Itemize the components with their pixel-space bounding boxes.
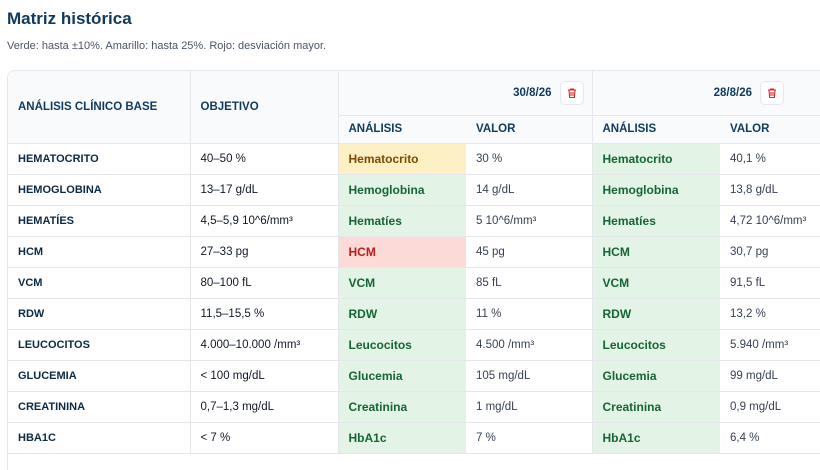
table-row: HEMATOCRITO 40–50 % Hematocrito 30 % Hematoc…: [8, 143, 820, 175]
header-value-2: VALOR: [720, 115, 820, 144]
trash-icon: [567, 88, 576, 98]
analysis-name-cell: Glucemia: [337, 360, 466, 392]
base-analysis-cell: HEMOGLOBINA: [8, 174, 190, 206]
base-analysis-cell: HBA1C: [8, 422, 190, 454]
analysis-name-cell: Creatinina: [591, 391, 720, 423]
objective-cell: 11,5–15,5 %: [189, 298, 338, 330]
analysis-name-cell: Hematocrito: [337, 143, 466, 175]
analysis-name-cell: HbA1c: [591, 422, 720, 454]
base-analysis-cell: GLUCEMIA: [8, 360, 190, 392]
header-value-1: VALOR: [466, 115, 592, 144]
page-subtitle: Verde: hasta ±10%. Amarillo: hasta 25%. …: [7, 40, 327, 52]
base-analysis-cell: HEMATOCRITO: [8, 143, 190, 175]
analysis-name-cell: Glucemia: [591, 360, 720, 392]
analysis-name-cell: HCM: [337, 236, 466, 268]
table-row: GLUCEMIA < 100 mg/dL Glucemia 105 mg/dL Gluc…: [8, 360, 820, 392]
analysis-name-cell: RDW: [591, 298, 720, 330]
base-analysis-cell: LEUCOCITOS: [8, 329, 190, 361]
date-header-2: 28/8/26: [591, 71, 820, 116]
analysis-value-cell: 40,1 %: [720, 143, 820, 175]
table-row: RDW 11,5–15,5 % RDW 11 % RDW 13,2 %: [8, 298, 820, 330]
delete-date-button-1[interactable]: [559, 80, 584, 105]
table-row: HEMATÍES 4,5–5,9 10^6/mm³ Hematíes 5 10^6/m…: [8, 205, 820, 237]
table-row: CREATININA 0,7–1,3 mg/dL Creatinina 1 mg/dL…: [8, 391, 820, 423]
analysis-name-cell: Creatinina: [337, 391, 466, 423]
analysis-value-cell: 91,5 fL: [720, 267, 820, 299]
objective-cell: 40–50 %: [189, 143, 338, 175]
date-label-2: 28/8/26: [713, 86, 752, 99]
objective-cell: < 7 %: [189, 422, 338, 454]
date-header-1: 30/8/26: [337, 71, 592, 116]
analysis-value-cell: 4.500 /mm³: [466, 329, 592, 361]
page-title: Matriz histórica: [7, 9, 132, 28]
analysis-value-cell: 13,2 %: [720, 298, 820, 330]
analysis-value-cell: 1 mg/dL: [466, 391, 592, 423]
base-analysis-cell: HCM: [8, 236, 190, 268]
analysis-name-cell: Hematíes: [591, 205, 720, 237]
analysis-value-cell: 0,9 mg/dL: [720, 391, 820, 423]
analysis-value-cell: 7 %: [466, 422, 592, 454]
trash-icon: [768, 88, 776, 98]
analysis-name-cell: Leucocitos: [337, 329, 466, 361]
objective-cell: 0,7–1,3 mg/dL: [189, 391, 338, 423]
history-matrix-table: ANÁLISIS CLÍNICO BASE OBJETIVO 30/8/26 2…: [8, 71, 820, 454]
header-analysis-1: ANÁLISIS: [337, 115, 466, 144]
analysis-value-cell: 30,7 pg: [720, 236, 820, 268]
analysis-name-cell: Hemoglobina: [337, 174, 466, 206]
objective-cell: 4,5–5,9 10^6/mm³: [189, 205, 338, 237]
header-base: ANÁLISIS CLÍNICO BASE: [8, 71, 190, 144]
table-row: LEUCOCITOS 4.000–10.000 /mm³ Leucocitos 4.5…: [8, 329, 820, 361]
analysis-value-cell: 85 fL: [466, 267, 592, 299]
analysis-value-cell: 5 10^6/mm³: [466, 205, 592, 237]
analysis-name-cell: HCM: [591, 236, 720, 268]
base-analysis-cell: RDW: [8, 298, 190, 330]
analysis-value-cell: 30 %: [466, 143, 592, 175]
table-row: HEMOGLOBINA 13–17 g/dL Hemoglobina 14 g/dL H…: [8, 174, 820, 206]
analysis-value-cell: 14 g/dL: [466, 174, 592, 206]
base-analysis-cell: VCM: [8, 267, 190, 299]
delete-date-button-2[interactable]: [760, 80, 784, 105]
analysis-value-cell: 11 %: [466, 298, 592, 330]
table-row: VCM 80–100 fL VCM 85 fL VCM 91,5 fL: [8, 267, 820, 299]
objective-cell: < 100 mg/dL: [189, 360, 338, 392]
header-analysis-2: ANÁLISIS: [591, 115, 720, 144]
analysis-name-cell: Leucocitos: [591, 329, 720, 361]
analysis-name-cell: VCM: [591, 267, 720, 299]
table-row: HCM 27–33 pg HCM 45 pg HCM 30,7 pg: [8, 236, 820, 268]
header-objective: OBJETIVO: [189, 71, 338, 144]
analysis-value-cell: 99 mg/dL: [720, 360, 820, 392]
analysis-name-cell: Hemoglobina: [591, 174, 720, 206]
base-analysis-cell: HEMATÍES: [8, 205, 190, 237]
date-label-1: 30/8/26: [513, 86, 552, 99]
analysis-name-cell: VCM: [337, 267, 466, 299]
analysis-name-cell: Hematocrito: [591, 143, 720, 175]
analysis-value-cell: 6,4 %: [720, 422, 820, 454]
base-analysis-cell: CREATININA: [8, 391, 190, 423]
objective-cell: 27–33 pg: [189, 236, 338, 268]
analysis-value-cell: 105 mg/dL: [466, 360, 592, 392]
analysis-value-cell: 4,72 10^6/mm³: [720, 205, 820, 237]
objective-cell: 4.000–10.000 /mm³: [189, 329, 338, 361]
matrix-body: HEMATOCRITO 40–50 % Hematocrito 30 % Hematoc…: [8, 143, 820, 454]
analysis-value-cell: 5.940 /mm³: [720, 329, 820, 361]
history-matrix-card: ANÁLISIS CLÍNICO BASE OBJETIVO 30/8/26 2…: [7, 70, 820, 470]
objective-cell: 13–17 g/dL: [189, 174, 338, 206]
table-row: HBA1C < 7 % HbA1c 7 % HbA1c 6,4 %: [8, 422, 820, 454]
analysis-name-cell: RDW: [337, 298, 466, 330]
analysis-value-cell: 45 pg: [466, 236, 592, 268]
analysis-name-cell: Hematíes: [337, 205, 466, 237]
analysis-name-cell: HbA1c: [337, 422, 466, 454]
analysis-value-cell: 13,8 g/dL: [720, 174, 820, 206]
objective-cell: 80–100 fL: [189, 267, 338, 299]
